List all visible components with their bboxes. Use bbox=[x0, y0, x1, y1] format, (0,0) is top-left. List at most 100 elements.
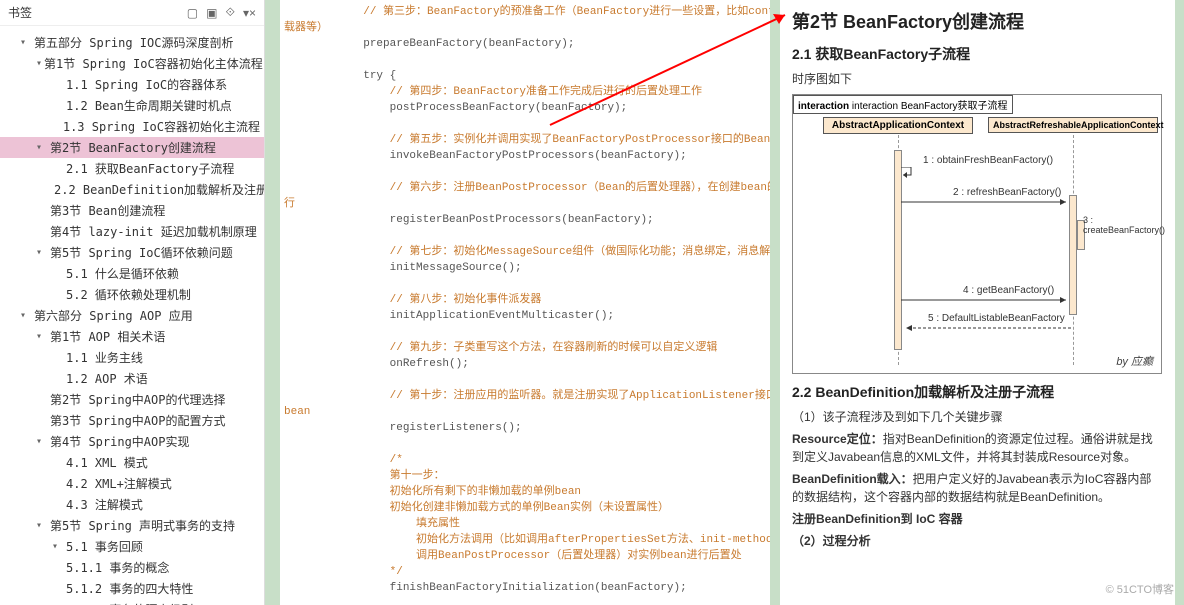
code-line bbox=[284, 372, 770, 388]
diagram-intro: 时序图如下 bbox=[792, 70, 1163, 88]
tree-item-label: 5.1.2 事务的四大特性 bbox=[66, 580, 193, 597]
close-icon[interactable]: × bbox=[249, 6, 256, 20]
register-def: 注册BeanDefinition到 IoC 容器 bbox=[792, 510, 1163, 528]
tree-item-label: 1.3 Spring IoC容器初始化主流程 bbox=[63, 118, 260, 135]
tree-toggle-icon[interactable]: ▾ bbox=[20, 37, 32, 48]
tree-item-label: 5.1 什么是循环依赖 bbox=[66, 265, 179, 282]
tree-item-label: 5.1 事务回顾 bbox=[66, 538, 143, 555]
tree-item[interactable]: 第4节 lazy-init 延迟加载机制原理 bbox=[0, 221, 264, 242]
code-line bbox=[284, 596, 770, 605]
code-line: registerBeanPostProcessors(beanFactory); bbox=[284, 212, 770, 228]
tree-item[interactable]: 5.1.3 事务的隔离级别 bbox=[0, 599, 264, 605]
tree-toggle-icon[interactable]: ▾ bbox=[36, 247, 48, 258]
code-line: finishBeanFactoryInitialization(beanFact… bbox=[284, 580, 770, 596]
tree-item[interactable]: ▾第4节 Spring中AOP实现 bbox=[0, 431, 264, 452]
tree-item-label: 第5节 Spring 声明式事务的支持 bbox=[50, 517, 235, 534]
diagram-byline: by 应癫 bbox=[1116, 353, 1153, 369]
tree-item[interactable]: ▾第2节 BeanFactory创建流程 bbox=[0, 137, 264, 158]
subsection-heading-1: 2.1 获取BeanFactory子流程 bbox=[792, 44, 1163, 64]
tree-item-label: 第2节 BeanFactory创建流程 bbox=[50, 139, 216, 156]
code-line: /* bbox=[284, 452, 770, 468]
tree-item-label: 第5节 Spring IoC循环依赖问题 bbox=[50, 244, 233, 261]
tree-item[interactable]: ▾5.1 事务回顾 bbox=[0, 536, 264, 557]
tree-item[interactable]: ▾第1节 AOP 相关术语 bbox=[0, 326, 264, 347]
tree-item[interactable]: 4.3 注解模式 bbox=[0, 494, 264, 515]
toolbar-icon-1[interactable]: ▢ bbox=[187, 6, 198, 20]
tree-item[interactable]: 1.3 Spring IoC容器初始化主流程 bbox=[0, 116, 264, 137]
tree-item-label: 第2节 Spring中AOP的代理选择 bbox=[50, 391, 225, 408]
tree-item-label: 第五部分 Spring IOC源码深度剖析 bbox=[34, 34, 233, 51]
resource-def: Resource定位：指对BeanDefinition的资源定位过程。通俗讲就是… bbox=[792, 430, 1163, 466]
tree-item[interactable]: ▾第5节 Spring IoC循环依赖问题 bbox=[0, 242, 264, 263]
tree-item[interactable]: 第3节 Bean创建流程 bbox=[0, 200, 264, 221]
tree-item[interactable]: ▾第五部分 Spring IOC源码深度剖析 bbox=[0, 32, 264, 53]
code-line: 初始化创建非懒加载方式的单例Bean实例（未设置属性） bbox=[284, 500, 770, 516]
tree-item-label: 5.2 循环依赖处理机制 bbox=[66, 286, 191, 303]
tree-item[interactable]: 1.1 业务主线 bbox=[0, 347, 264, 368]
code-line: // 第五步：实例化并调用实现了BeanFactoryPostProcessor… bbox=[284, 132, 770, 148]
tree-toggle-icon[interactable]: ▾ bbox=[52, 541, 64, 552]
code-line bbox=[284, 276, 770, 292]
tree-item-label: 第六部分 Spring AOP 应用 bbox=[34, 307, 193, 324]
code-line: invokeBeanFactoryPostProcessors(beanFact… bbox=[284, 148, 770, 164]
code-line bbox=[284, 164, 770, 180]
diagram-msg-4: 4 : getBeanFactory() bbox=[963, 285, 1054, 296]
tree-item[interactable]: 1.2 AOP 术语 bbox=[0, 368, 264, 389]
bookmark-tree: ▾第五部分 Spring IOC源码深度剖析▾第1节 Spring IoC容器初… bbox=[0, 26, 264, 605]
arrow-5 bbox=[901, 324, 1071, 332]
diagram-msg-3: 3 : createBeanFactory() bbox=[1083, 215, 1165, 235]
tree-toggle-icon[interactable]: ▾ bbox=[36, 58, 42, 69]
toolbar-icon-2[interactable]: ▣ bbox=[206, 6, 217, 20]
tree-item[interactable]: 4.2 XML+注解模式 bbox=[0, 473, 264, 494]
self-arrow-1 bbox=[901, 167, 913, 179]
tree-toggle-icon[interactable]: ▾ bbox=[36, 142, 48, 153]
arrow-2 bbox=[901, 198, 1071, 206]
tree-item[interactable]: ▾第1节 Spring IoC容器初始化主体流程 bbox=[0, 53, 264, 74]
tree-item-label: 1.1 Spring IoC的容器体系 bbox=[66, 76, 227, 93]
diagram-participant-2: AbstractRefreshableApplicationContext bbox=[988, 117, 1158, 133]
tree-item-label: 第4节 lazy-init 延迟加载机制原理 bbox=[50, 223, 257, 240]
tree-item[interactable]: ▾第5节 Spring 声明式事务的支持 bbox=[0, 515, 264, 536]
tree-item-label: 2.1 获取BeanFactory子流程 bbox=[66, 160, 234, 177]
tree-item[interactable]: 5.1.2 事务的四大特性 bbox=[0, 578, 264, 599]
tree-item[interactable]: 5.1.1 事务的概念 bbox=[0, 557, 264, 578]
tree-toggle-icon[interactable]: ▾ bbox=[36, 520, 48, 531]
tree-item-label: 1.2 Bean生命周期关键时机点 bbox=[66, 97, 232, 114]
tree-item[interactable]: 5.1 什么是循环依赖 bbox=[0, 263, 264, 284]
tree-item-label: 5.1.1 事务的概念 bbox=[66, 559, 169, 576]
content-pane[interactable]: 第2节 BeanFactory创建流程 2.1 获取BeanFactory子流程… bbox=[780, 0, 1175, 605]
tree-item[interactable]: 2.1 获取BeanFactory子流程 bbox=[0, 158, 264, 179]
arrow-4 bbox=[901, 296, 1071, 304]
code-line: */ bbox=[284, 564, 770, 580]
sidebar-title: 书签 bbox=[8, 4, 179, 21]
tree-item[interactable]: ▾第六部分 Spring AOP 应用 bbox=[0, 305, 264, 326]
process-analysis: （2）过程分析 bbox=[792, 532, 1163, 550]
diagram-msg-1: 1 : obtainFreshBeanFactory() bbox=[923, 155, 1053, 166]
tree-toggle-icon[interactable]: ▾ bbox=[36, 331, 48, 342]
code-line: 行 bbox=[284, 196, 770, 212]
tree-item-label: 第1节 AOP 相关术语 bbox=[50, 328, 165, 345]
code-line: onRefresh(); bbox=[284, 356, 770, 372]
tree-item[interactable]: 2.2 BeanDefinition加载解析及注册子流程 bbox=[0, 179, 264, 200]
code-line bbox=[284, 228, 770, 244]
toolbar-icon-3[interactable]: ⟐ bbox=[225, 5, 234, 20]
sidebar: 书签 ▢ ▣ ⟐ ▾ × ▾第五部分 Spring IOC源码深度剖析▾第1节 … bbox=[0, 0, 265, 605]
tree-item-label: 1.2 AOP 术语 bbox=[66, 370, 148, 387]
tree-item[interactable]: 第3节 Spring中AOP的配置方式 bbox=[0, 410, 264, 431]
tree-item-label: 第4节 Spring中AOP实现 bbox=[50, 433, 189, 450]
code-line: 第十一步： bbox=[284, 468, 770, 484]
tree-item[interactable]: 5.2 循环依赖处理机制 bbox=[0, 284, 264, 305]
diagram-title: interaction interaction BeanFactory获取子流程 bbox=[793, 95, 1013, 114]
code-line: initMessageSource(); bbox=[284, 260, 770, 276]
tree-item[interactable]: 1.2 Bean生命周期关键时机点 bbox=[0, 95, 264, 116]
tree-item[interactable]: 第2节 Spring中AOP的代理选择 bbox=[0, 389, 264, 410]
sequence-diagram: interaction interaction BeanFactory获取子流程… bbox=[792, 94, 1162, 374]
tree-item[interactable]: 4.1 XML 模式 bbox=[0, 452, 264, 473]
tree-toggle-icon[interactable]: ▾ bbox=[36, 436, 48, 447]
tree-toggle-icon[interactable]: ▾ bbox=[20, 310, 32, 321]
code-line: // 第八步：初始化事件派发器 bbox=[284, 292, 770, 308]
code-line: // 第七步：初始化MessageSource组件（做国际化功能；消息绑定，消息… bbox=[284, 244, 770, 260]
tree-item[interactable]: 1.1 Spring IoC的容器体系 bbox=[0, 74, 264, 95]
code-line: 初始化所有剩下的非懒加载的单例bean bbox=[284, 484, 770, 500]
code-line: registerListeners(); bbox=[284, 420, 770, 436]
